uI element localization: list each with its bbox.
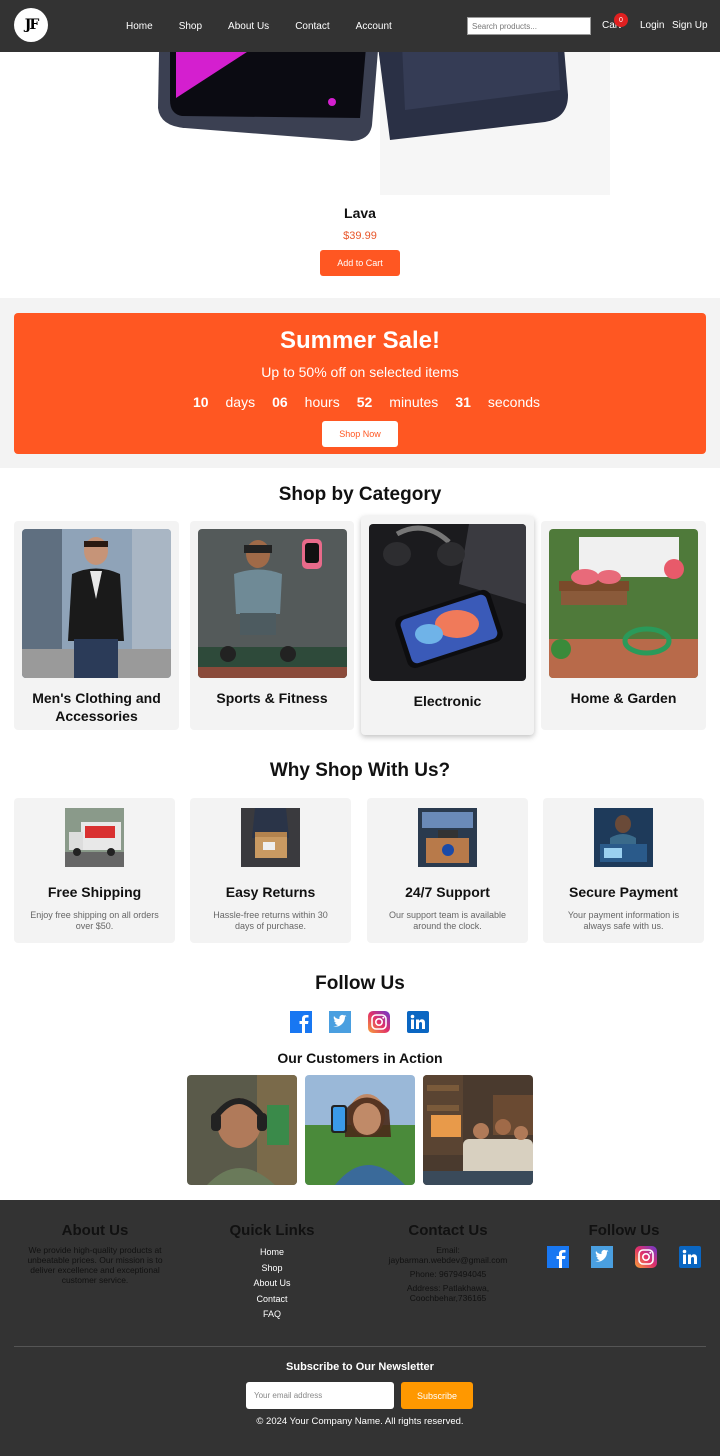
footer-twitter-icon[interactable] (591, 1246, 613, 1268)
category-image-electronic (369, 524, 526, 681)
countdown-days: 10 (192, 394, 209, 410)
footer-phone: Phone: 9679494045 (409, 1269, 487, 1279)
footer-divider (14, 1346, 706, 1347)
footer-about-text: We provide high-quality products at unbe… (27, 1245, 163, 1285)
feature-title-support: 24/7 Support (405, 884, 490, 900)
product-price: $39.99 (343, 230, 377, 242)
category-image-mens (22, 529, 171, 678)
footer-address: Address: Patlakhawa, Coochbehar,736165 (406, 1283, 490, 1303)
feature-title-returns: Easy Returns (225, 884, 316, 900)
footer-links-title: Quick Links (229, 1222, 315, 1239)
sale-title: Summer Sale! (279, 327, 441, 354)
category-card-home-garden[interactable]: Home & Garden (541, 521, 706, 730)
search-input[interactable] (467, 17, 591, 35)
countdown-seconds: 31 (455, 394, 471, 410)
nav-home-link[interactable]: Home (113, 21, 166, 32)
footer-contact-title: Contact Us (408, 1222, 488, 1239)
footer-link-shop[interactable]: Shop (210, 1261, 334, 1277)
countdown-minutes-label: minutes (389, 394, 439, 410)
customers-section-title: Our Customers in Action (277, 1050, 443, 1066)
category-label-sports: Sports & Fitness (216, 690, 328, 706)
nav-about-link[interactable]: About Us (215, 21, 282, 32)
feature-card-support: 24/7 Support Our support team is availab… (367, 798, 528, 943)
feature-desc-returns: Hassle-free returns within 30 days of pu… (213, 910, 328, 931)
footer-linkedin-icon[interactable] (679, 1246, 701, 1268)
countdown-seconds-label: seconds (487, 394, 541, 410)
navbar: JF Home Shop About Us Contact Account Ca… (0, 0, 720, 52)
category-image-sports (198, 529, 347, 678)
customer-photo-family (423, 1075, 533, 1185)
countdown-days-label: days (225, 394, 256, 410)
nav-links: Home Shop About Us Contact Account (113, 0, 405, 52)
category-label-mens: Men's Clothing and Accessories (32, 690, 161, 724)
newsletter-email-input[interactable] (246, 1382, 394, 1409)
feature-desc-support: Our support team is available around the… (388, 910, 507, 931)
site-logo[interactable]: JF (14, 8, 48, 42)
add-to-cart-button[interactable]: Add to Cart (320, 250, 400, 276)
twitter-icon[interactable] (329, 1011, 351, 1033)
footer-follow-title: Follow Us (588, 1222, 660, 1239)
linkedin-icon[interactable] (407, 1011, 429, 1033)
nav-contact-link[interactable]: Contact (282, 21, 342, 32)
nav-shop-link[interactable]: Shop (166, 21, 215, 32)
feature-desc-payment: Your payment information is always safe … (567, 910, 680, 931)
sale-countdown: 10 days 06 hours 52 minutes 31 seconds (14, 394, 706, 410)
footer-facebook-icon[interactable] (547, 1246, 569, 1268)
footer-contact: Contact Us Email: jaybarman.webdev@gmail… (380, 1222, 516, 1303)
footer-link-about[interactable]: About Us (210, 1276, 334, 1292)
footer-about: About Us We provide high-quality product… (20, 1222, 170, 1285)
feature-card-shipping: Free Shipping Enjoy free shipping on all… (14, 798, 175, 943)
instagram-icon[interactable] (368, 1011, 390, 1033)
copyright-text: © 2024 Your Company Name. All rights res… (256, 1416, 464, 1427)
category-card-mens[interactable]: Men's Clothing and Accessories (14, 521, 179, 730)
why-section-title: Why Shop With Us? (269, 760, 451, 781)
nav-account-link[interactable]: Account (343, 21, 405, 32)
subscribe-button[interactable]: Subscribe (401, 1382, 473, 1409)
sale-banner: Summer Sale! Up to 50% off on selected i… (14, 313, 706, 454)
customer-photo-headphones (187, 1075, 297, 1185)
feature-title-shipping: Free Shipping (47, 884, 142, 900)
newsletter-title: Subscribe to Our Newsletter (286, 1361, 434, 1373)
support-desk-icon (418, 808, 477, 867)
category-card-sports[interactable]: Sports & Fitness (190, 521, 354, 730)
customer-photo-phone (305, 1075, 415, 1185)
footer-link-faq[interactable]: FAQ (210, 1307, 334, 1323)
signup-link[interactable]: Sign Up (672, 20, 708, 31)
footer-about-title: About Us (61, 1222, 129, 1239)
footer-email: Email: jaybarman.webdev@gmail.com (388, 1245, 508, 1265)
feature-card-payment: Secure Payment Your payment information … (543, 798, 704, 943)
footer-link-home[interactable]: Home (210, 1245, 334, 1261)
countdown-hours-label: hours (304, 394, 340, 410)
sale-section: Summer Sale! Up to 50% off on selected i… (0, 298, 720, 468)
shop-now-button[interactable]: Shop Now (322, 421, 398, 447)
returns-package-icon (241, 808, 300, 867)
facebook-icon[interactable] (290, 1011, 312, 1033)
category-label-electronic: Electronic (413, 693, 482, 709)
footer-quick-links: Quick Links Home Shop About Us Contact F… (210, 1222, 334, 1323)
footer-link-contact[interactable]: Contact (210, 1292, 334, 1308)
sale-subtitle: Up to 50% off on selected items (261, 364, 459, 380)
feature-card-returns: Easy Returns Hassle-free returns within … (190, 798, 351, 943)
secure-payment-icon (594, 808, 653, 867)
category-section-title: Shop by Category (278, 484, 442, 505)
countdown-minutes: 52 (356, 394, 373, 410)
footer-instagram-icon[interactable] (635, 1246, 657, 1268)
shipping-truck-icon (65, 808, 124, 867)
cart-count-badge: 0 (614, 13, 628, 27)
feature-desc-shipping: Enjoy free shipping on all orders over $… (30, 910, 159, 931)
login-link[interactable]: Login (640, 20, 664, 31)
category-image-home-garden (549, 529, 698, 678)
countdown-hours: 06 (272, 394, 288, 410)
product-name: Lava (344, 205, 376, 221)
footer-follow: Follow Us (560, 1222, 688, 1245)
category-label-home-garden: Home & Garden (570, 690, 677, 706)
feature-title-payment: Secure Payment (569, 884, 678, 900)
category-card-electronic[interactable]: Electronic (361, 516, 534, 735)
follow-section-title: Follow Us (315, 973, 405, 994)
